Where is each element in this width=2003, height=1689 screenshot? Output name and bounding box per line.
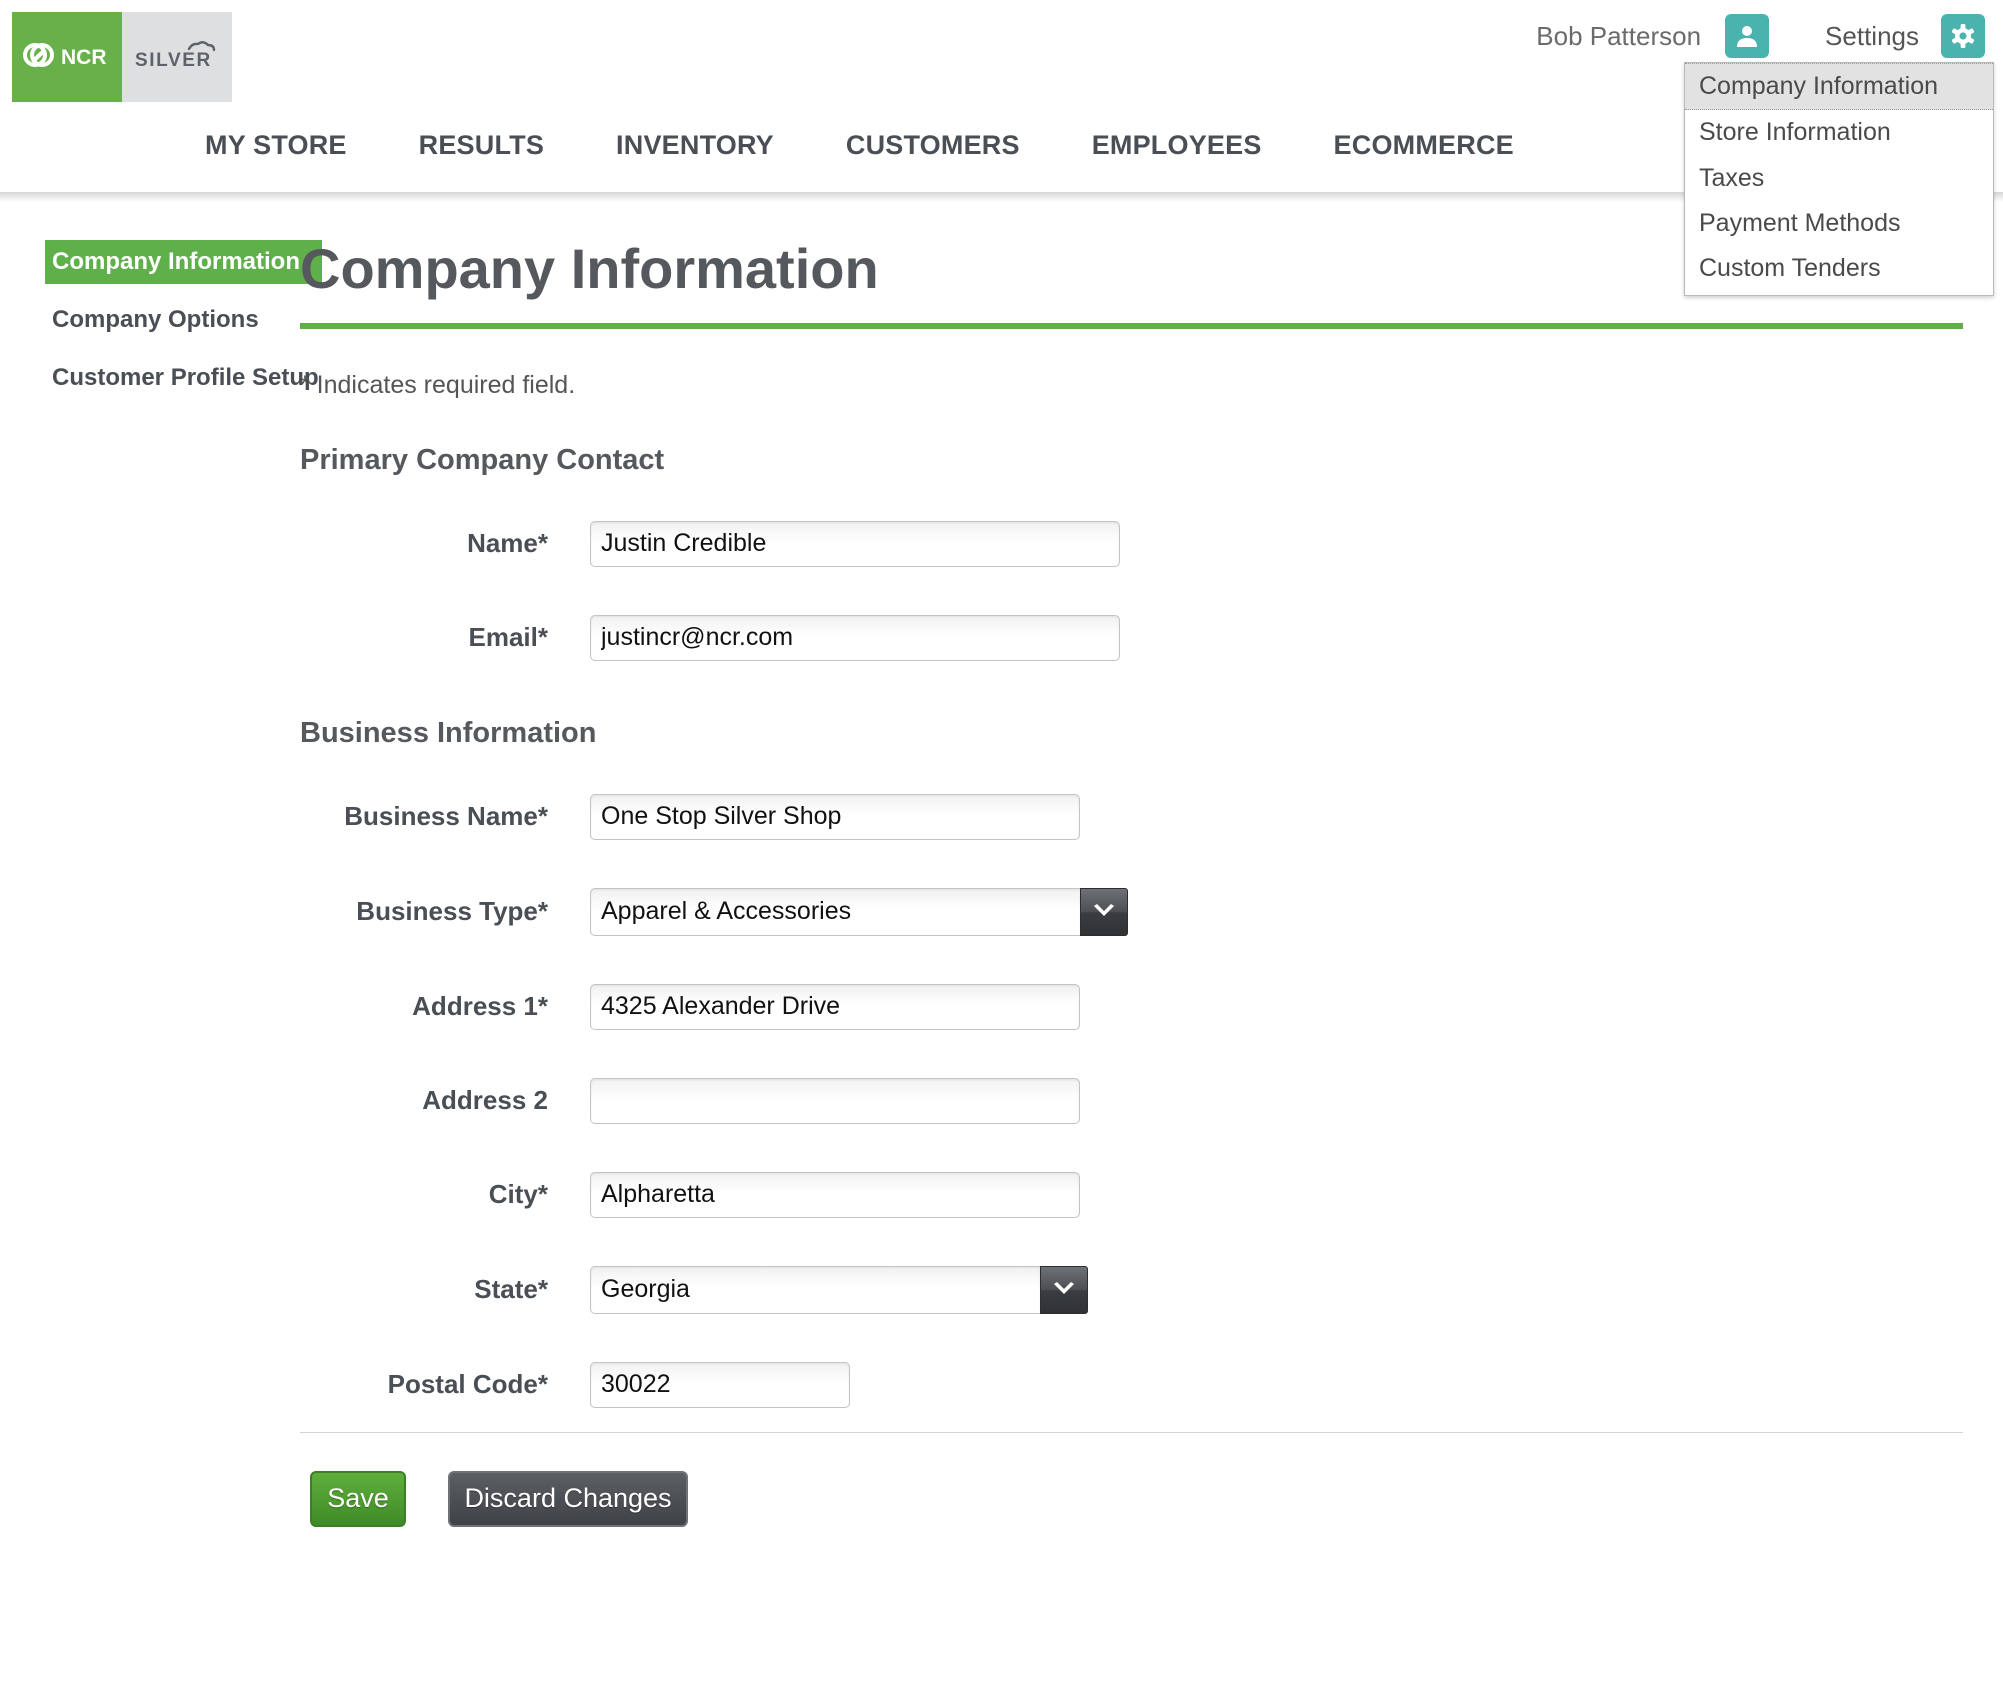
required-field-note: * Indicates required field.	[300, 370, 576, 399]
silver-logo-icon: SILVER	[122, 12, 232, 102]
settings-menu-item-store-information[interactable]: Store Information	[1685, 110, 1993, 155]
address-2-input[interactable]	[590, 1077, 1080, 1124]
label-state: State*	[474, 1274, 548, 1305]
settings-menu-item-payment-methods[interactable]: Payment Methods	[1685, 201, 1993, 246]
form-row-business-name: Business Name*	[300, 793, 1963, 840]
title-divider	[300, 322, 1963, 329]
form-row-email: Email*	[300, 614, 1963, 661]
person-icon[interactable]	[1725, 14, 1770, 58]
form-row-city: City*	[300, 1171, 1963, 1218]
svg-text:SILVER: SILVER	[135, 50, 212, 71]
form-row-address-2: Address 2	[300, 1077, 1963, 1124]
label-city: City*	[488, 1179, 548, 1210]
label-business-type: Business Type*	[356, 896, 548, 927]
form-row-name: Name*	[300, 520, 1963, 567]
state-selected-value: Georgia	[590, 1265, 1040, 1314]
discard-changes-button[interactable]: Discard Changes	[448, 1470, 688, 1527]
top-bar: NCR SILVER Bob Patterson Settings Compan…	[0, 0, 2003, 297]
name-input[interactable]	[590, 520, 1120, 567]
nav-item-my-store[interactable]: MY STORE	[205, 130, 347, 161]
save-button[interactable]: Save	[310, 1470, 406, 1527]
ncr-logo-icon: NCR	[12, 12, 122, 102]
settings-label[interactable]: Settings	[1825, 21, 1919, 52]
nav-item-customers[interactable]: CUSTOMERS	[846, 130, 1020, 161]
form-row-state: State* Georgia	[300, 1265, 1963, 1314]
nav-item-results[interactable]: RESULTS	[419, 130, 544, 161]
settings-dropdown-menu[interactable]: Company Information Store Information Ta…	[1684, 62, 1994, 297]
chevron-down-icon[interactable]	[1040, 1265, 1088, 1314]
form-row-address-1: Address 1*	[300, 983, 1963, 1030]
postal-code-input[interactable]	[590, 1361, 850, 1408]
form-row-postal-code: Postal Code*	[300, 1361, 1963, 1408]
section-title-business-information: Business Information	[300, 716, 597, 749]
settings-menu-item-taxes[interactable]: Taxes	[1685, 156, 1993, 201]
svg-text:NCR: NCR	[61, 46, 107, 69]
business-type-select[interactable]: Apparel & Accessories	[590, 887, 1128, 936]
label-address-1: Address 1*	[412, 991, 548, 1022]
main-content: Company Information * Indicates required…	[300, 239, 2003, 1527]
business-type-selected-value: Apparel & Accessories	[590, 887, 1080, 936]
user-name-label: Bob Patterson	[1536, 20, 1702, 51]
brand-logo[interactable]: NCR SILVER	[12, 12, 232, 102]
gear-icon[interactable]	[1941, 14, 1985, 58]
form-row-business-type: Business Type* Apparel & Accessories	[300, 887, 1963, 936]
business-name-input[interactable]	[590, 793, 1080, 840]
sidebar-item-company-options[interactable]: Company Options	[45, 298, 271, 342]
email-input[interactable]	[590, 614, 1120, 661]
page-body: Company Information Company Options Cust…	[0, 202, 2003, 1527]
label-business-name: Business Name*	[344, 801, 548, 832]
chevron-down-icon[interactable]	[1080, 887, 1128, 936]
sidebar-item-customer-profile-setup[interactable]: Customer Profile Setup	[45, 356, 331, 400]
sidebar-navigation: Company Information Company Options Cust…	[0, 240, 323, 1527]
address-1-input[interactable]	[590, 983, 1080, 1030]
section-title-primary-company-contact: Primary Company Contact	[300, 443, 665, 476]
nav-item-ecommerce[interactable]: ECOMMERCE	[1334, 130, 1514, 161]
state-select[interactable]: Georgia	[590, 1265, 1088, 1314]
label-address-2: Address 2	[422, 1085, 548, 1116]
nav-item-employees[interactable]: EMPLOYEES	[1092, 130, 1262, 161]
settings-menu-item-custom-tenders[interactable]: Custom Tenders	[1685, 246, 1993, 291]
settings-menu-item-company-information[interactable]: Company Information	[1685, 63, 1993, 111]
sidebar-item-company-information[interactable]: Company Information	[45, 240, 323, 284]
city-input[interactable]	[590, 1171, 1080, 1218]
nav-item-inventory[interactable]: INVENTORY	[616, 130, 774, 161]
label-postal-code: Postal Code*	[387, 1369, 548, 1400]
label-email: Email*	[468, 622, 549, 653]
action-button-row: Save Discard Changes	[300, 1433, 1963, 1527]
label-name: Name*	[467, 528, 548, 559]
